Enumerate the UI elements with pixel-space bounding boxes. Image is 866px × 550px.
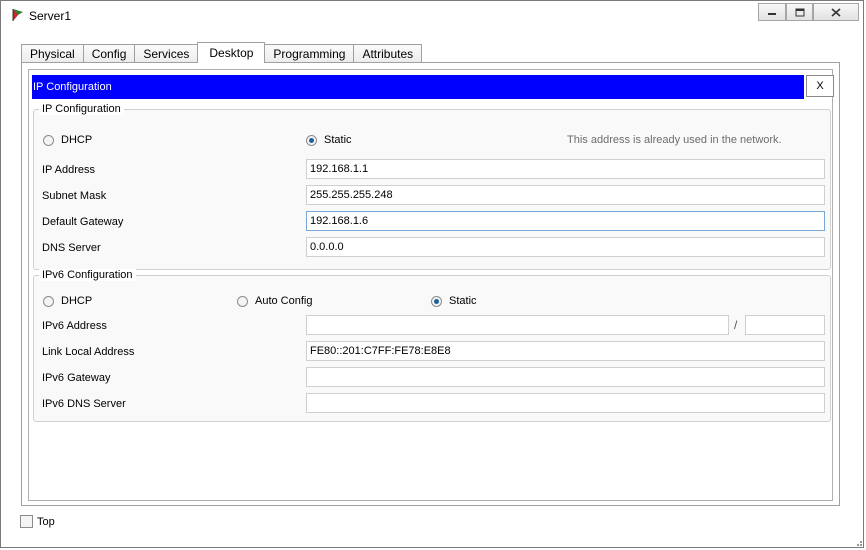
panel-title-bar: IP Configuration xyxy=(32,75,804,99)
tab-services[interactable]: Services xyxy=(134,44,199,63)
ipv4-group: IP Configuration DHCP Static This addres… xyxy=(33,103,831,270)
address-in-use-notice: This address is already used in the netw… xyxy=(567,134,782,146)
subnet-mask-field[interactable]: 255.255.255.248 xyxy=(306,185,825,205)
dns-server-label: DNS Server xyxy=(42,242,101,254)
server1-window: Server1 Physical Config Services Desktop… xyxy=(0,0,864,548)
ipv6-address-label: IPv6 Address xyxy=(42,320,107,332)
tab-physical[interactable]: Physical xyxy=(21,44,84,63)
ipv6-dhcp-radio[interactable]: DHCP xyxy=(43,295,92,307)
radio-indicator-selected xyxy=(431,295,442,307)
title-bar[interactable]: Server1 xyxy=(1,1,863,31)
ipv4-dhcp-label: DHCP xyxy=(61,134,93,146)
maximize-button[interactable] xyxy=(786,3,813,21)
ip-configuration-panel: IP Configuration X IP Configuration DHCP… xyxy=(28,69,834,501)
ipv6-group: IPv6 Configuration DHCP Auto Config Stat… xyxy=(33,269,831,422)
ip-address-label: IP Address xyxy=(42,164,95,176)
ipv6-auto-config-label: Auto Config xyxy=(255,295,313,307)
subnet-mask-label: Subnet Mask xyxy=(42,190,107,202)
ipv6-dhcp-label: DHCP xyxy=(61,295,93,307)
close-panel-button[interactable]: X xyxy=(806,75,834,97)
close-icon xyxy=(831,7,841,17)
tab-attributes[interactable]: Attributes xyxy=(353,44,423,63)
ipv6-auto-config-radio[interactable]: Auto Config xyxy=(237,295,312,307)
ip-address-field[interactable]: 192.168.1.1 xyxy=(306,159,825,179)
ipv6-prefix-field[interactable] xyxy=(745,315,825,335)
radio-indicator xyxy=(43,295,54,307)
ipv6-gateway-label: IPv6 Gateway xyxy=(42,372,111,384)
resize-grip-icon[interactable] xyxy=(853,537,863,547)
default-gateway-label: Default Gateway xyxy=(42,216,124,228)
minimize-icon xyxy=(768,13,776,15)
ipv6-dns-server-label: IPv6 DNS Server xyxy=(42,398,126,410)
tab-config[interactable]: Config xyxy=(82,44,136,63)
radio-indicator-selected xyxy=(306,134,317,146)
tab-desktop[interactable]: Desktop xyxy=(197,42,266,63)
ipv4-static-radio[interactable]: Static xyxy=(306,134,352,146)
link-local-address-field[interactable]: FE80::201:C7FF:FE78:E8E8 xyxy=(306,341,825,361)
tab-strip: Physical Config Services Desktop Program… xyxy=(21,42,423,63)
ipv6-gateway-field[interactable] xyxy=(306,367,825,387)
tab-programming[interactable]: Programming xyxy=(264,44,355,63)
radio-indicator xyxy=(43,134,54,146)
ipv4-dhcp-radio[interactable]: DHCP xyxy=(43,134,92,146)
desktop-tab-panel: IP Configuration X IP Configuration DHCP… xyxy=(21,62,840,506)
radio-indicator xyxy=(237,295,248,307)
ipv6-address-field[interactable] xyxy=(306,315,729,335)
ipv6-static-label: Static xyxy=(449,295,477,307)
prefix-separator: / xyxy=(734,318,738,332)
close-window-button[interactable] xyxy=(813,3,859,21)
minimize-button[interactable] xyxy=(758,3,786,21)
panel-title: IP Configuration xyxy=(33,81,112,93)
ipv6-group-title: IPv6 Configuration xyxy=(39,269,136,281)
top-checkbox[interactable] xyxy=(20,515,33,528)
ipv4-group-title: IP Configuration xyxy=(39,103,124,115)
top-checkbox-label: Top xyxy=(37,516,55,528)
link-local-address-label: Link Local Address xyxy=(42,346,135,358)
maximize-icon xyxy=(795,8,804,16)
default-gateway-field[interactable]: 192.168.1.6 xyxy=(306,211,825,231)
ipv6-dns-server-field[interactable] xyxy=(306,393,825,413)
ipv6-static-radio[interactable]: Static xyxy=(431,295,477,307)
packet-tracer-server-icon xyxy=(12,9,23,21)
window-title: Server1 xyxy=(29,9,72,23)
ipv4-static-label: Static xyxy=(324,134,352,146)
dns-server-field[interactable]: 0.0.0.0 xyxy=(306,237,825,257)
